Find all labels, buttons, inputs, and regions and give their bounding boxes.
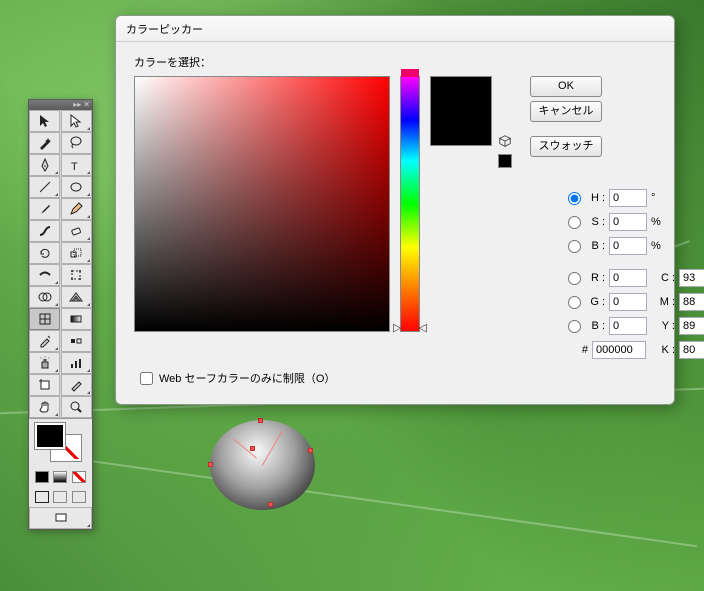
color-picker-dialog: カラーピッカー カラーを選択： ▷◁ OK キャンセル スウォッチ (115, 15, 675, 405)
shape-builder-tool[interactable] (29, 286, 60, 308)
websafe-label: Web セーフカラーのみに制限（O） (159, 370, 335, 386)
blob-brush-tool[interactable] (29, 220, 60, 242)
hue-arrow-left[interactable]: ▷ (393, 321, 401, 334)
tools-panel: ▸▸ ✕ T (28, 99, 93, 530)
type-tool[interactable]: T (61, 154, 92, 176)
cyan-label: C : (657, 272, 675, 284)
dialog-titlebar[interactable]: カラーピッカー (116, 16, 674, 42)
width-tool[interactable] (29, 264, 60, 286)
free-transform-tool[interactable] (61, 264, 92, 286)
magic-wand-tool[interactable] (29, 132, 60, 154)
solid-color-mode[interactable] (35, 471, 49, 483)
gradient-mesh-object[interactable] (210, 420, 315, 510)
blend-tool[interactable] (61, 330, 92, 352)
mesh-tool[interactable] (29, 308, 60, 330)
ok-button[interactable]: OK (530, 76, 602, 97)
screen-mode-button[interactable] (29, 507, 92, 529)
magenta-label: M : (657, 296, 675, 308)
paintbrush-tool[interactable] (29, 198, 60, 220)
swatches-button[interactable]: スウォッチ (530, 136, 602, 157)
green-radio[interactable] (568, 296, 581, 309)
red-label: R : (587, 272, 605, 284)
close-icon[interactable]: ✕ (83, 101, 90, 109)
perspective-grid-tool[interactable] (61, 286, 92, 308)
brightness-unit: % (651, 240, 665, 252)
slice-tool[interactable] (61, 374, 92, 396)
hand-tool[interactable] (29, 396, 60, 418)
yellow-input[interactable] (679, 317, 704, 335)
hue-unit: ° (651, 192, 665, 204)
blue-radio[interactable] (568, 320, 581, 333)
fill-color-well[interactable] (35, 423, 65, 449)
anchor-point[interactable] (208, 462, 213, 467)
symbol-sprayer-tool[interactable] (29, 352, 60, 374)
graph-tool[interactable] (61, 352, 92, 374)
hue-arrow-right[interactable]: ◁ (419, 321, 427, 334)
direct-selection-tool[interactable] (61, 110, 92, 132)
scale-tool[interactable] (61, 242, 92, 264)
black-input[interactable] (679, 341, 704, 359)
color-wells (29, 419, 92, 467)
eyedropper-tool[interactable] (29, 330, 60, 352)
cancel-button[interactable]: キャンセル (530, 101, 602, 122)
hue-radio[interactable] (568, 192, 581, 205)
shape-tool[interactable] (61, 176, 92, 198)
red-input[interactable] (609, 269, 647, 287)
anchor-point[interactable] (268, 502, 273, 507)
gradient-mode[interactable] (53, 471, 67, 483)
brightness-label: B : (587, 240, 605, 252)
red-radio[interactable] (568, 272, 581, 285)
gradient-tool[interactable] (61, 308, 92, 330)
saturation-label: S : (587, 216, 605, 228)
line-tool[interactable] (29, 176, 60, 198)
color-preview (430, 76, 492, 146)
green-input[interactable] (609, 293, 647, 311)
hue-input[interactable] (609, 189, 647, 207)
collapse-icon[interactable]: ▸▸ (73, 101, 81, 109)
draw-behind[interactable] (53, 491, 67, 503)
cyan-input[interactable] (679, 269, 704, 287)
websafe-checkbox[interactable] (140, 372, 153, 385)
cube-icon (498, 134, 512, 148)
none-mode[interactable] (72, 471, 86, 483)
brightness-input[interactable] (609, 237, 647, 255)
blue-label: B : (587, 320, 605, 332)
green-label: G : (587, 296, 605, 308)
artboard-tool[interactable] (29, 374, 60, 396)
svg-text:T: T (71, 161, 78, 173)
saturation-radio[interactable] (568, 216, 581, 229)
hue-label: H : (587, 192, 605, 204)
eraser-tool[interactable] (61, 220, 92, 242)
out-of-gamut-swatch[interactable] (498, 154, 512, 168)
anchor-point[interactable] (308, 448, 313, 453)
magenta-input[interactable] (679, 293, 704, 311)
zoom-tool[interactable] (61, 396, 92, 418)
color-mode-row (29, 467, 92, 487)
brightness-radio[interactable] (568, 240, 581, 253)
pen-tool[interactable] (29, 154, 60, 176)
pencil-tool[interactable] (61, 198, 92, 220)
draw-normal[interactable] (35, 491, 49, 503)
selection-tool[interactable] (29, 110, 60, 132)
saturation-input[interactable] (609, 213, 647, 231)
anchor-point[interactable] (250, 446, 255, 451)
draw-inside[interactable] (72, 491, 86, 503)
draw-mode-row (29, 487, 92, 507)
hex-input[interactable] (592, 341, 646, 359)
panel-header[interactable]: ▸▸ ✕ (29, 100, 92, 110)
saturation-value-field[interactable] (134, 76, 390, 332)
hex-label: # (566, 344, 588, 356)
rotate-tool[interactable] (29, 242, 60, 264)
blue-input[interactable] (609, 317, 647, 335)
hue-slider[interactable]: ▷◁ (400, 76, 420, 332)
saturation-unit: % (651, 216, 665, 228)
dialog-title: カラーピッカー (126, 21, 203, 37)
anchor-point[interactable] (258, 418, 263, 423)
black-label: K : (657, 344, 675, 356)
lasso-tool[interactable] (61, 132, 92, 154)
select-color-label: カラーを選択： (134, 54, 656, 70)
yellow-label: Y : (657, 320, 675, 332)
